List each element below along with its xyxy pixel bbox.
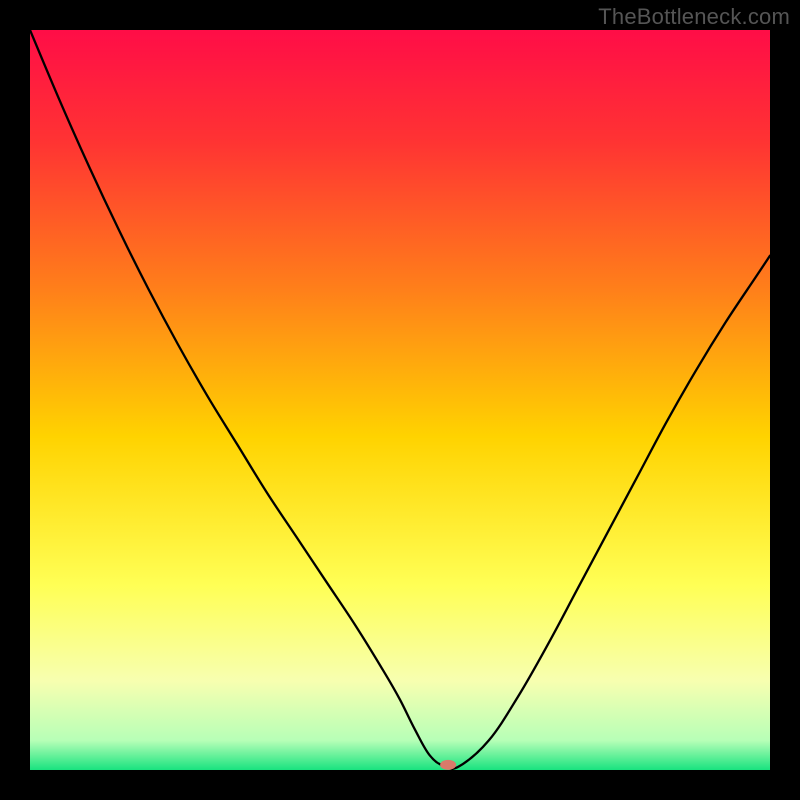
chart-frame: TheBottleneck.com [0,0,800,800]
plot-area [30,30,770,770]
watermark-text: TheBottleneck.com [598,4,790,30]
plot-svg [30,30,770,770]
gradient-background [30,30,770,770]
optimum-marker [440,760,456,770]
